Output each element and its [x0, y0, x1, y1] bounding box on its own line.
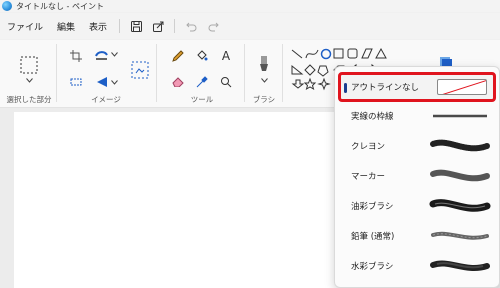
group-label-tools: ツール: [190, 95, 214, 104]
resize-icon[interactable]: [94, 48, 110, 64]
no-outline-swatch: [437, 79, 487, 95]
crayon-preview: [430, 139, 490, 152]
menu-bar: ファイル 編集 表示: [0, 13, 500, 39]
title-bar: タイトルなし - ペイント: [0, 0, 500, 12]
crop-icon[interactable]: [68, 48, 84, 64]
outline-option-marker[interactable]: マーカー: [335, 161, 500, 191]
menu-edit[interactable]: 編集: [50, 20, 82, 33]
text-icon[interactable]: A: [218, 48, 234, 64]
pencil-icon[interactable]: [170, 48, 186, 64]
ribbon-divider: [156, 44, 157, 102]
pencil-preview: [431, 231, 489, 240]
option-label: クレヨン: [351, 142, 386, 152]
brush-icon[interactable]: [254, 54, 274, 76]
chevron-down-icon[interactable]: [24, 76, 34, 84]
redo-icon[interactable]: [202, 16, 224, 36]
option-label: 油彩ブラシ: [351, 202, 394, 212]
solid-line-preview: [433, 114, 487, 118]
ribbon-divider: [56, 44, 57, 102]
option-label: 実線の枠線: [351, 112, 394, 122]
window-title: タイトルなし - ペイント: [16, 1, 104, 11]
outline-option-watercolor[interactable]: 水彩ブラシ: [335, 251, 500, 281]
outline-option-crayon[interactable]: クレヨン: [335, 131, 500, 161]
menu-divider: [174, 19, 176, 33]
outline-option-solid[interactable]: 実線の枠線: [335, 101, 500, 131]
group-label-selection: 選択した部分: [6, 95, 52, 104]
eraser-icon[interactable]: [170, 74, 186, 90]
ribbon-divider: [244, 44, 245, 102]
outline-option-none[interactable]: アウトラインなし: [338, 72, 496, 102]
marker-preview: [430, 169, 490, 182]
chevron-down-icon[interactable]: [110, 50, 118, 58]
menu-view[interactable]: 表示: [82, 20, 114, 33]
image-select-icon[interactable]: [68, 74, 84, 90]
paint-app-icon: [2, 1, 12, 11]
undo-icon[interactable]: [180, 16, 202, 36]
chevron-down-icon[interactable]: [259, 76, 269, 84]
outline-option-pencil[interactable]: 鉛筆 (通常): [335, 221, 500, 251]
save-icon[interactable]: [125, 16, 147, 36]
option-label: 鉛筆 (通常): [351, 232, 395, 242]
selected-indicator: [344, 83, 347, 93]
color-picker-icon[interactable]: [194, 74, 210, 90]
image-resize-icon[interactable]: [130, 60, 150, 80]
menu-divider: [119, 19, 121, 33]
selection-icon[interactable]: [18, 54, 40, 76]
outline-option-oil-brush[interactable]: 油彩ブラシ: [335, 191, 500, 221]
ribbon-divider: [282, 44, 283, 102]
watercolor-preview: [430, 260, 490, 271]
option-label: 水彩ブラシ: [351, 262, 394, 272]
magnifier-icon[interactable]: [218, 74, 234, 90]
oil-brush-preview: [429, 199, 491, 212]
option-label: アウトラインなし: [351, 83, 420, 93]
group-label-image: イメージ: [91, 95, 121, 104]
share-icon[interactable]: [147, 16, 169, 36]
chevron-down-icon[interactable]: [110, 78, 118, 86]
menu-file[interactable]: ファイル: [0, 20, 50, 33]
group-label-brush: ブラシ: [252, 95, 276, 104]
outline-dropdown: アウトラインなし 実線の枠線 クレヨン マーカー 油彩ブラシ 鉛筆 (通常) 水…: [334, 66, 500, 288]
option-label: マーカー: [351, 172, 386, 182]
flip-icon[interactable]: [94, 74, 110, 90]
drawing-canvas[interactable]: [14, 112, 344, 288]
fill-icon[interactable]: [194, 48, 210, 64]
